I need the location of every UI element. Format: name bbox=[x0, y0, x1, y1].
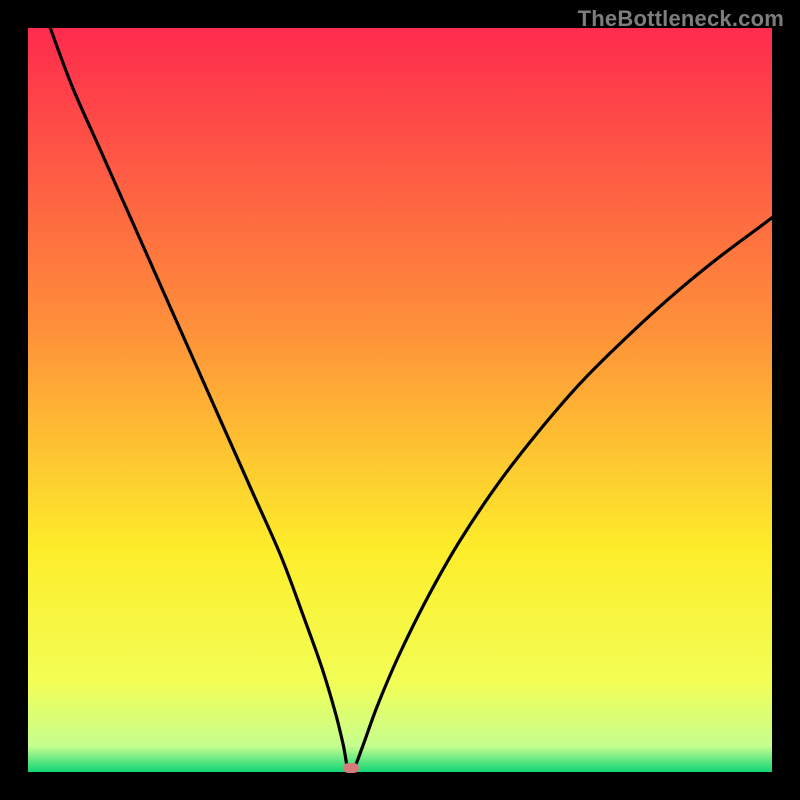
optimum-marker bbox=[343, 763, 359, 773]
bottleneck-curve bbox=[28, 28, 772, 772]
chart-frame: TheBottleneck.com bbox=[0, 0, 800, 800]
watermark-text: TheBottleneck.com bbox=[578, 6, 784, 32]
